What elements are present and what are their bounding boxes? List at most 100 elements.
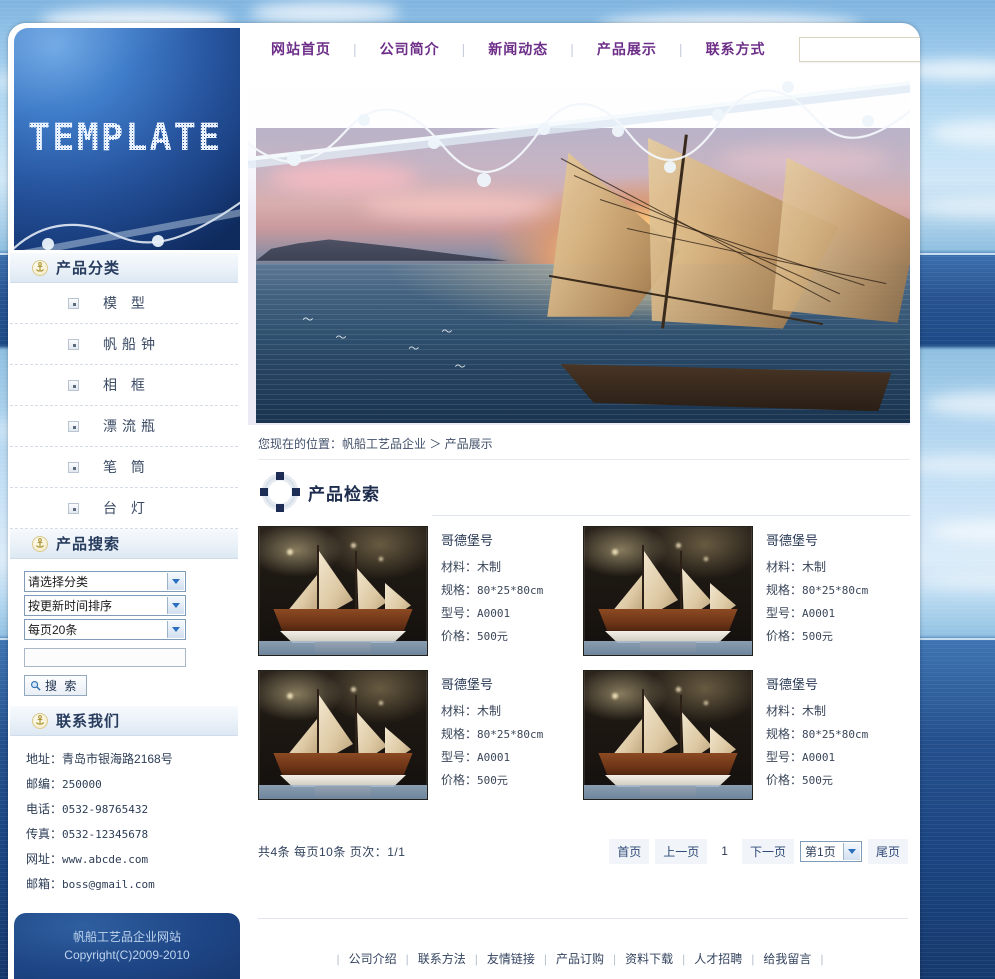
sidebar-title-search: 产品搜索 — [56, 536, 121, 553]
contact-row-address: 地址：青岛市银海路2168号 — [26, 750, 240, 767]
pager-current-page: 1 — [721, 844, 728, 858]
contact-key: 传真： — [26, 827, 63, 841]
product-name[interactable]: 哥德堡号 — [441, 530, 543, 549]
nav-item-products[interactable]: 产品展示 — [586, 39, 668, 59]
copyright-box: 帆船工艺品企业网站 Copyright(C)2009-2010 — [14, 913, 240, 979]
product-card: 哥德堡号 材料：木制 规格：80*25*80cm 型号：A0001 价格：500… — [583, 670, 908, 814]
keyword-input[interactable] — [24, 648, 186, 667]
pager-prev-button[interactable]: 上一页 — [655, 838, 708, 864]
nav-item-news[interactable]: 新闻动态 — [477, 39, 559, 59]
rope-decoration-logo — [14, 201, 240, 250]
contact-info-list: 地址：青岛市银海路2168号 邮编：250000 电话：0532-9876543… — [8, 736, 240, 910]
sidebar-title-contact: 联系我们 — [56, 713, 121, 730]
product-image[interactable] — [258, 526, 428, 656]
nav-item-about[interactable]: 公司简介 — [369, 39, 451, 59]
anchor-icon — [32, 259, 48, 276]
contact-key: 地址： — [26, 752, 63, 766]
search-input[interactable] — [799, 37, 920, 61]
bullet-icon — [68, 297, 79, 309]
top-navigation: 网站首页 | 公司简介 | 新闻动态 | 产品展示 | 联系方式 Search — [240, 23, 920, 75]
banner-bird: 〜 — [335, 331, 347, 344]
sidebar-item-category-3[interactable]: 漂流瓶 — [10, 406, 238, 447]
product-image[interactable] — [583, 526, 753, 656]
sidebar-item-category-1[interactable]: 帆船钟 — [10, 324, 238, 365]
product-attr-model: 型号：A0001 — [441, 606, 511, 620]
sidebar-header-contact: 联系我们 — [10, 706, 238, 736]
sidebar-item-category-5[interactable]: 台 灯 — [10, 488, 238, 529]
copyright-line-2: Copyright(C)2009-2010 — [64, 948, 190, 962]
lifebuoy-icon — [260, 472, 300, 512]
sidebar-search-button[interactable]: 搜 索 — [24, 675, 88, 696]
bullet-icon — [68, 420, 79, 432]
pager-first-button[interactable]: 首页 — [609, 838, 650, 864]
product-attr-size: 规格：80*25*80cm — [441, 583, 544, 597]
bullet-icon — [68, 379, 79, 391]
product-attr-size: 规格：80*25*80cm — [441, 727, 544, 741]
sidebar-item-category-2[interactable]: 相 框 — [10, 365, 238, 406]
product-attr-material: 材料：木制 — [441, 560, 502, 574]
product-info: 哥德堡号 材料：木制 规格：80*25*80cm 型号：A0001 价格：500… — [753, 526, 868, 670]
magnifier-icon — [31, 681, 41, 691]
sort-select[interactable]: 按更新时间排序 — [24, 595, 186, 616]
product-image[interactable] — [258, 670, 428, 800]
product-attr-price: 价格：500元 — [441, 773, 508, 787]
sidebar-item-category-4[interactable]: 笔 筒 — [10, 447, 238, 488]
footer-divider — [258, 918, 908, 919]
pager-next-button[interactable]: 下一页 — [741, 838, 794, 864]
chevron-down-icon — [842, 842, 860, 860]
category-select[interactable]: 请选择分类 — [24, 571, 186, 592]
product-name[interactable]: 哥德堡号 — [441, 674, 543, 693]
sidebar: TEMPLATE 产品分类 模 型 帆船钟 相 框 漂流瓶 笔 筒 台 灯 产品… — [8, 23, 240, 979]
contact-row-email: 邮箱：boss@gmail.com — [26, 875, 240, 892]
product-attr-model: 型号：A0001 — [766, 606, 836, 620]
pager-page-select[interactable]: 第1页 — [799, 840, 862, 862]
nav-separator: | — [461, 41, 467, 57]
product-name[interactable]: 哥德堡号 — [766, 674, 868, 693]
site-logo[interactable]: TEMPLATE — [14, 28, 240, 250]
nav-separator: | — [678, 41, 684, 57]
contact-key: 电话： — [26, 802, 63, 816]
footer-link-contact[interactable]: 联系方法 — [409, 950, 475, 967]
sidebar-header-categories: 产品分类 — [10, 253, 238, 283]
section-title: 产品检索 — [308, 484, 380, 504]
footer-link-jobs[interactable]: 人才招聘 — [685, 950, 751, 967]
chevron-down-icon — [167, 621, 184, 638]
product-attr-size: 规格：80*25*80cm — [766, 727, 869, 741]
product-image[interactable] — [583, 670, 753, 800]
product-name[interactable]: 哥德堡号 — [766, 530, 868, 549]
product-grid: 哥德堡号 材料：木制 规格：80*25*80cm 型号：A0001 价格：500… — [258, 526, 908, 814]
nav-item-contact[interactable]: 联系方式 — [695, 39, 777, 59]
contact-row-website: 网址：www.abcde.com — [26, 850, 240, 867]
contact-key: 网址： — [26, 852, 63, 866]
chevron-down-icon — [167, 597, 184, 614]
product-card: 哥德堡号 材料：木制 规格：80*25*80cm 型号：A0001 价格：500… — [583, 526, 908, 670]
footer-link-about[interactable]: 公司介绍 — [340, 950, 406, 967]
category-label: 台 灯 — [103, 500, 150, 516]
nav-item-home[interactable]: 网站首页 — [260, 39, 342, 59]
contact-key: 邮箱： — [26, 877, 63, 891]
product-card: 哥德堡号 材料：木制 规格：80*25*80cm 型号：A0001 价格：500… — [258, 526, 583, 670]
nav-separator: | — [570, 41, 575, 57]
banner-bird: 〜 — [441, 325, 453, 338]
product-attr-price: 价格：500元 — [441, 629, 508, 643]
sidebar-title-categories: 产品分类 — [56, 260, 121, 277]
product-attr-price: 价格：500元 — [766, 773, 833, 787]
contact-value: 250000 — [62, 778, 102, 791]
sidebar-item-category-0[interactable]: 模 型 — [10, 283, 238, 324]
contact-value: 青岛市银海路2168号 — [62, 752, 173, 766]
logo-text: TEMPLATE — [28, 116, 223, 159]
perpage-select[interactable]: 每页20条 — [24, 619, 186, 640]
product-attr-model: 型号：A0001 — [766, 750, 836, 764]
product-card: 哥德堡号 材料：木制 规格：80*25*80cm 型号：A0001 价格：500… — [258, 670, 583, 814]
pager-last-button[interactable]: 尾页 — [867, 838, 908, 864]
banner-photo-sailboat: 〜 〜 〜 〜 〜 — [256, 128, 910, 423]
footer-link-order[interactable]: 产品订购 — [547, 950, 613, 967]
footer-link-downloads[interactable]: 资料下载 — [616, 950, 682, 967]
main-area: 网站首页 | 公司简介 | 新闻动态 | 产品展示 | 联系方式 Search — [240, 23, 920, 979]
contact-value: www.abcde.com — [62, 853, 149, 866]
product-info: 哥德堡号 材料：木制 规格：80*25*80cm 型号：A0001 价格：500… — [428, 526, 543, 670]
footer-link-friendlinks[interactable]: 友情链接 — [478, 950, 544, 967]
footer-link-guestbook[interactable]: 给我留言 — [754, 950, 820, 967]
category-label: 笔 筒 — [103, 459, 150, 475]
footer-separator: | — [820, 951, 824, 966]
